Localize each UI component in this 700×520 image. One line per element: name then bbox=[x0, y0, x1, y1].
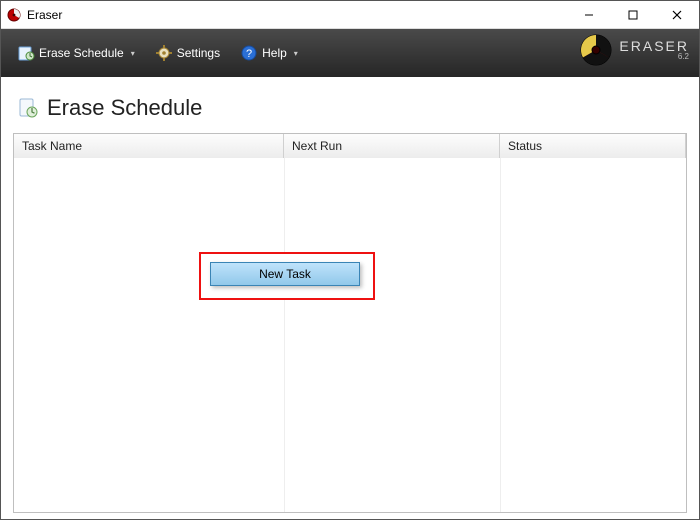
table-header: Task Name Next Run Status bbox=[14, 134, 686, 158]
settings-label: Settings bbox=[177, 46, 220, 60]
dropdown-icon[interactable]: ▾ bbox=[131, 49, 135, 58]
column-divider bbox=[284, 158, 285, 512]
column-divider bbox=[500, 158, 501, 512]
page-heading: Erase Schedule bbox=[13, 89, 687, 133]
svg-text:?: ? bbox=[246, 48, 252, 60]
schedule-page-icon bbox=[17, 97, 39, 119]
app-title: Eraser bbox=[27, 8, 62, 22]
table-body[interactable] bbox=[14, 158, 686, 512]
toolbar: Erase Schedule ▾ Settings ? Help bbox=[1, 29, 699, 77]
erase-schedule-label: Erase Schedule bbox=[39, 46, 124, 60]
settings-button[interactable]: Settings bbox=[149, 40, 226, 66]
minimize-button[interactable] bbox=[567, 1, 611, 28]
erase-schedule-button[interactable]: Erase Schedule ▾ bbox=[11, 40, 141, 66]
help-button[interactable]: ? Help ▾ bbox=[234, 40, 304, 66]
app-window: Eraser Erase Schedule ▾ bbox=[0, 0, 700, 520]
new-task-menu-item[interactable]: New Task bbox=[210, 262, 360, 286]
new-task-label: New Task bbox=[259, 267, 311, 281]
maximize-button[interactable] bbox=[611, 1, 655, 28]
column-header-task-name[interactable]: Task Name bbox=[14, 134, 284, 158]
window-controls bbox=[567, 1, 699, 28]
gear-icon bbox=[155, 44, 173, 62]
close-button[interactable] bbox=[655, 1, 699, 28]
help-icon: ? bbox=[240, 44, 258, 62]
column-header-next-run[interactable]: Next Run bbox=[284, 134, 500, 158]
brand-logo-icon bbox=[579, 33, 613, 67]
schedule-icon bbox=[17, 44, 35, 62]
brand-text: ERASER 6.2 bbox=[619, 39, 689, 61]
app-icon bbox=[7, 8, 21, 22]
task-table: Task Name Next Run Status bbox=[13, 133, 687, 513]
titlebar-left: Eraser bbox=[7, 8, 62, 22]
brand-name: ERASER bbox=[619, 39, 689, 53]
brand-version: 6.2 bbox=[678, 53, 689, 61]
highlight-callout: New Task bbox=[199, 252, 375, 300]
dropdown-icon[interactable]: ▾ bbox=[294, 49, 298, 58]
brand: ERASER 6.2 bbox=[579, 33, 689, 67]
help-label: Help bbox=[262, 46, 287, 60]
page-title: Erase Schedule bbox=[47, 95, 202, 121]
titlebar: Eraser bbox=[1, 1, 699, 29]
column-header-status[interactable]: Status bbox=[500, 134, 686, 158]
